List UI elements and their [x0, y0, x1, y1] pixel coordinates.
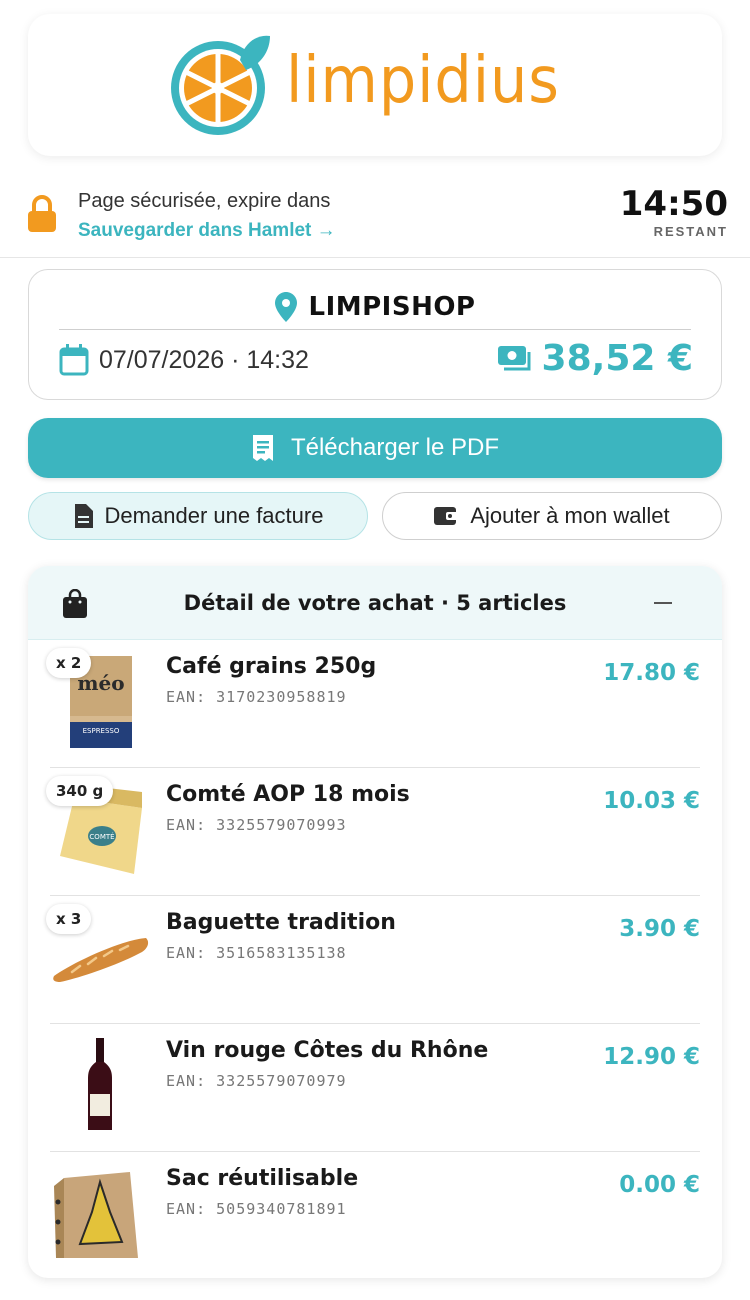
item-price: 10.03 € [603, 788, 700, 814]
logo-card: limpidius [28, 14, 722, 156]
reusable-bag-image [54, 1172, 138, 1258]
svg-text:COMTÉ: COMTÉ [89, 832, 114, 841]
save-hamlet-link[interactable]: Sauvegarder dans Hamlet → [78, 220, 336, 242]
item-name: Comté AOP 18 mois [166, 782, 410, 807]
orange-slice-logo-icon [171, 35, 271, 135]
add-wallet-button[interactable]: Ajouter à mon wallet [382, 492, 722, 540]
item-ean: EAN: 3516583135138 [166, 944, 347, 962]
total-amount: 38,52 € [541, 338, 693, 379]
security-bar: Page sécurisée, expire dans Sauvegarder … [0, 178, 750, 258]
item-name: Sac réutilisable [166, 1166, 359, 1191]
quantity-badge: x 3 [46, 904, 92, 934]
request-invoice-label: Demander une facture [104, 503, 324, 528]
wallet-icon [434, 507, 459, 525]
item-ean: EAN: 3325579070979 [166, 1072, 347, 1090]
store-name: LIMPISHOP [308, 291, 476, 322]
item-name: Vin rouge Côtes du Rhône [166, 1038, 489, 1063]
purchase-detail-title: Détail de votre achat · 5 articles [183, 590, 567, 615]
wine-bottle-image [88, 1038, 112, 1130]
store-header: LIMPISHOP [59, 284, 691, 330]
list-item: Vin rouge Côtes du Rhône EAN: 3325579070… [50, 1024, 700, 1152]
lock-icon [28, 195, 56, 232]
item-ean: EAN: 3325579070993 [166, 816, 347, 834]
item-ean: EAN: 5059340781891 [166, 1200, 347, 1218]
timer-label: RESTANT [653, 224, 728, 239]
cash-icon [497, 345, 531, 370]
item-name: Café grains 250g [166, 654, 377, 679]
purchase-detail-header[interactable]: Détail de votre achat · 5 articles [28, 566, 722, 640]
request-invoice-button[interactable]: Demander une facture [28, 492, 368, 540]
list-item: Sac réutilisable EAN: 5059340781891 0.00… [50, 1152, 700, 1278]
item-price: 12.90 € [603, 1044, 700, 1070]
item-ean: EAN: 3170230958819 [166, 688, 347, 706]
document-icon [74, 504, 93, 528]
expiry-timer: 14:50 [619, 184, 728, 224]
download-pdf-label: Télécharger le PDF [290, 434, 500, 461]
brand-name: limpidius [286, 44, 561, 118]
svg-text:ESPRESSO: ESPRESSO [83, 727, 120, 735]
quantity-badge: 340 g [46, 776, 114, 806]
item-name: Baguette tradition [166, 910, 396, 935]
add-wallet-label: Ajouter à mon wallet [470, 503, 670, 528]
purchase-datetime: 07/07/2026 · 14:32 [99, 345, 309, 374]
purchase-date: 07/07/2026 · 14:32 [59, 344, 309, 376]
item-price: 17.80 € [603, 660, 700, 686]
brand-logo: limpidius [166, 30, 584, 140]
location-pin-icon [274, 291, 297, 322]
list-item: x 3 Baguette tradition EAN: 351658313513… [46, 896, 700, 1024]
purchase-detail-card: Détail de votre achat · 5 articles méo E… [28, 566, 722, 1278]
download-pdf-button[interactable]: Télécharger le PDF [28, 418, 722, 478]
item-price: 3.90 € [619, 916, 700, 942]
list-item: COMTÉ 340 g Comté AOP 18 mois EAN: 33255… [46, 768, 700, 896]
quantity-badge: x 2 [46, 648, 92, 678]
collapse-minus-icon[interactable] [654, 602, 672, 604]
security-message: Page sécurisée, expire dans [78, 190, 331, 212]
receipt-icon [252, 435, 273, 461]
list-item: méo ESPRESSO x 2 Café grains 250g EAN: 3… [46, 640, 700, 768]
shopping-bag-icon [63, 589, 87, 618]
store-card: LIMPISHOP 07/07/2026 · 14:32 38,52 € [28, 269, 722, 400]
calendar-icon [59, 344, 89, 376]
purchase-total: 38,52 € [497, 338, 693, 379]
item-price: 0.00 € [619, 1172, 700, 1198]
